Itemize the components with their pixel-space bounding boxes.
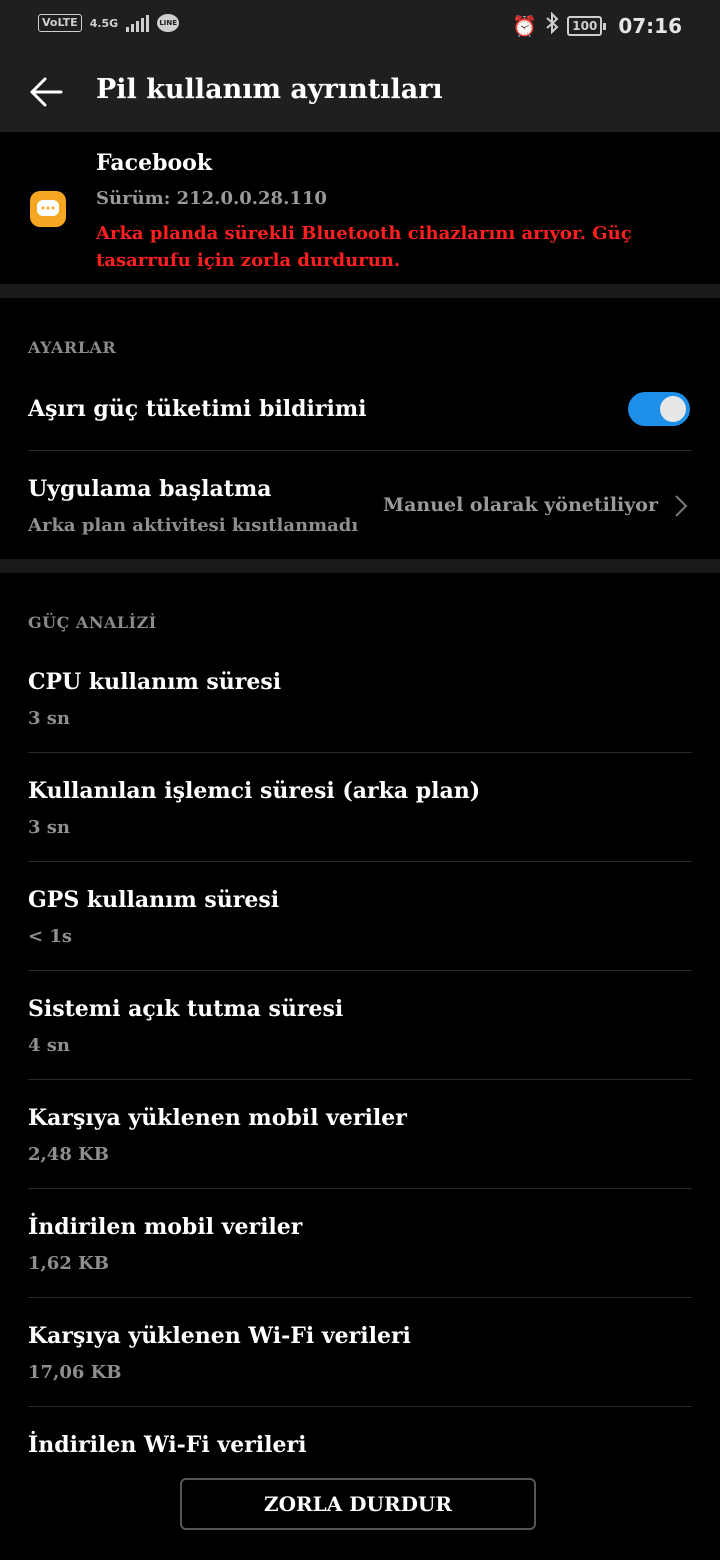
list-item-label: Kullanılan işlemci süresi (arka plan) xyxy=(28,778,481,804)
divider xyxy=(28,861,692,862)
battery-icon: 100 xyxy=(567,15,607,36)
list-item-label: CPU kullanım süresi xyxy=(28,669,282,695)
app-version: Sürüm: 212.0.0.28.110 xyxy=(96,188,327,209)
status-bar: VoLTE 4.5G LINE ⏰ 100 07:16 xyxy=(0,0,720,52)
divider xyxy=(28,1188,692,1189)
app-launch-label: Uygulama başlatma xyxy=(28,476,272,502)
divider xyxy=(28,752,692,753)
clock: 07:16 xyxy=(618,13,682,38)
force-stop-button[interactable]: ZORLA DURDUR xyxy=(180,1478,536,1530)
list-item-value: 2,48 KB xyxy=(28,1144,109,1165)
power-warning: Arka planda sürekli Bluetooth cihazların… xyxy=(96,223,632,271)
toggle-knob xyxy=(660,396,686,422)
app-name: Facebook xyxy=(96,150,213,176)
section-gap xyxy=(0,559,720,573)
excess-power-notification-toggle[interactable] xyxy=(628,392,690,426)
network-type: 4.5G xyxy=(89,16,119,30)
excess-power-notification-label: Aşırı güç tüketimi bildirimi xyxy=(28,396,367,422)
settings-section-label: AYARLAR xyxy=(28,338,117,357)
bluetooth-icon xyxy=(545,11,559,39)
divider xyxy=(28,450,692,451)
status-right: ⏰ 100 07:16 xyxy=(512,11,682,39)
list-item-value: 3 sn xyxy=(28,708,71,729)
list-item-value: 3 sn xyxy=(28,817,71,838)
alarm-icon: ⏰ xyxy=(512,13,538,38)
list-item-value: < 1s xyxy=(28,926,73,947)
section-gap xyxy=(0,284,720,298)
volte-indicator: VoLTE xyxy=(38,14,82,32)
page-title: Pil kullanım ayrıntıları xyxy=(96,74,443,105)
list-item-label: Karşıya yüklenen mobil veriler xyxy=(28,1105,407,1131)
divider xyxy=(28,1079,692,1080)
signal-icon xyxy=(126,14,150,32)
list-item-label: İndirilen Wi-Fi verileri xyxy=(28,1432,307,1458)
divider xyxy=(28,1297,692,1298)
facebook-app-icon xyxy=(30,191,66,227)
list-item-value: 17,06 KB xyxy=(28,1362,122,1383)
list-item-label: İndirilen mobil veriler xyxy=(28,1214,303,1240)
list-item-value: 1,62 KB xyxy=(28,1253,109,1274)
divider xyxy=(28,970,692,971)
app-bar: Pil kullanım ayrıntıları xyxy=(0,52,720,132)
list-item-value: 4 sn xyxy=(28,1035,71,1056)
power-analysis-section-label: GÜÇ ANALİZİ xyxy=(28,613,157,632)
app-launch-sublabel: Arka plan aktivitesi kısıtlanmadı xyxy=(28,515,359,536)
list-item-label: Sistemi açık tutma süresi xyxy=(28,996,344,1022)
app-launch-value: Manuel olarak yönetiliyor xyxy=(383,494,658,516)
status-left: VoLTE 4.5G LINE xyxy=(38,14,180,32)
chevron-right-icon xyxy=(675,495,688,517)
list-item-label: Karşıya yüklenen Wi-Fi verileri xyxy=(28,1323,411,1349)
back-arrow-icon[interactable] xyxy=(28,74,64,110)
line-app-icon: LINE xyxy=(157,14,180,32)
divider xyxy=(28,1406,692,1407)
list-item-label: GPS kullanım süresi xyxy=(28,887,280,913)
